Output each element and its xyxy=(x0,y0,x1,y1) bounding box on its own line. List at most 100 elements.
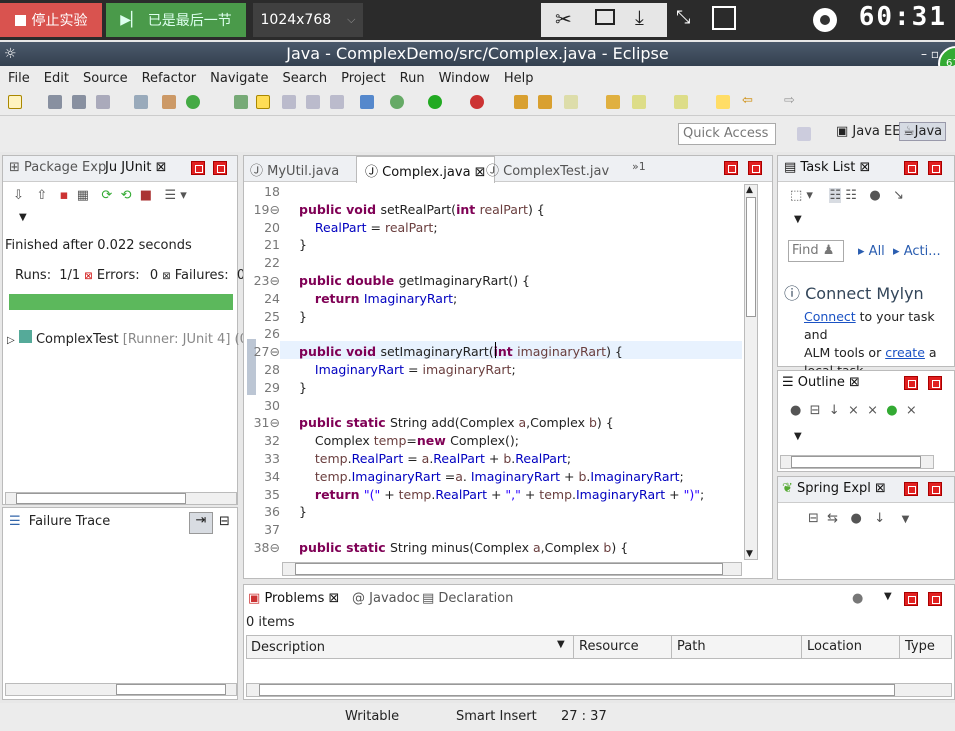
prev-failure-icon[interactable]: ⇧ xyxy=(36,188,47,203)
tab-problems[interactable]: ▣ Problems ⊠ xyxy=(248,591,339,606)
task-find-input[interactable]: Find ♟ xyxy=(788,240,844,262)
tab-spring-explorer[interactable]: ❦ Spring Expl ⊠ xyxy=(782,481,886,496)
editor-maximize-button[interactable] xyxy=(748,161,762,175)
prev-annotation-icon[interactable] xyxy=(674,95,688,109)
categorized-icon[interactable]: ☷ xyxy=(829,188,842,203)
save-icon[interactable] xyxy=(48,95,62,109)
editor-hscroll-thumb[interactable] xyxy=(295,563,723,575)
new-package-icon[interactable] xyxy=(538,95,552,109)
menu-source[interactable]: Source xyxy=(83,71,128,86)
filter-trace-icon[interactable]: ⇥ xyxy=(189,512,213,534)
next-annotation-icon[interactable] xyxy=(632,95,646,109)
menu-project[interactable]: Project xyxy=(341,71,385,86)
save-all-icon[interactable] xyxy=(72,95,86,109)
code-area[interactable]: 18 19⊖ public void setRealPart(int realPar… xyxy=(244,182,742,558)
tab-myutil[interactable]: Ⓙ MyUtil.java xyxy=(250,160,339,179)
outline-maximize-button[interactable] xyxy=(928,376,942,390)
menu-edit[interactable]: Edit xyxy=(44,71,69,86)
editor-horizontal-scrollbar[interactable] xyxy=(282,562,742,576)
eye-icon[interactable] xyxy=(813,8,837,32)
problems-maximize-button[interactable] xyxy=(928,592,942,606)
outline-scroll-thumb[interactable] xyxy=(791,456,921,468)
problems-scroll-thumb[interactable] xyxy=(259,684,895,696)
new-server-icon[interactable] xyxy=(162,95,176,109)
stop-experiment-button[interactable]: 停止实验 xyxy=(0,3,102,37)
forward-icon[interactable]: ⇨ xyxy=(784,93,795,108)
hide-static-icon[interactable]: ⨯ xyxy=(867,403,878,418)
external-open-icon[interactable] xyxy=(712,6,736,30)
new-class-icon[interactable] xyxy=(564,95,578,109)
stop-run-icon[interactable]: ■ xyxy=(140,188,152,203)
col-location[interactable]: Location xyxy=(801,636,867,658)
rerun-icon[interactable]: ⟳ xyxy=(101,188,112,203)
tab-package-explorer[interactable]: ⊞ Package Exp xyxy=(9,160,106,175)
trace-scrollbar[interactable] xyxy=(5,683,237,696)
focus-task-icon[interactable]: ● xyxy=(790,403,801,418)
debug-icon[interactable] xyxy=(390,95,404,109)
menu-run[interactable]: Run xyxy=(400,71,425,86)
open-type-icon[interactable] xyxy=(234,95,248,109)
sort-icon[interactable]: ↓ xyxy=(829,403,840,418)
col-type[interactable]: Type xyxy=(899,636,940,658)
new-icon[interactable] xyxy=(8,95,22,109)
spring-minimize-button[interactable] xyxy=(904,482,918,496)
screen-icon[interactable] xyxy=(595,9,615,25)
block-selection-icon[interactable] xyxy=(282,95,296,109)
menu-refactor[interactable]: Refactor xyxy=(142,71,197,86)
external-tools-icon[interactable] xyxy=(470,95,484,109)
perspective-java[interactable]: ☕Java xyxy=(899,122,947,141)
spring-sort-icon[interactable]: ↓ xyxy=(874,511,885,526)
mark-occurrences-icon[interactable] xyxy=(256,95,270,109)
open-folder-icon[interactable] xyxy=(606,95,620,109)
tab-outline[interactable]: ☰ Outline ⊠ xyxy=(782,375,860,390)
perspective-java-ee[interactable]: ▣ Java EE xyxy=(836,124,900,139)
print-icon[interactable] xyxy=(96,95,110,109)
tasklist-minimize-button[interactable] xyxy=(904,161,918,175)
tab-javadoc[interactable]: @ Javadoc xyxy=(352,591,420,606)
last-edit-icon[interactable] xyxy=(716,95,730,109)
new-task-icon[interactable]: ⬚ xyxy=(790,188,802,203)
tab-complextest[interactable]: Ⓙ ComplexTest.jav xyxy=(486,160,609,179)
create-link[interactable]: create xyxy=(885,345,925,360)
col-path[interactable]: Path xyxy=(671,636,711,658)
spring-maximize-button[interactable] xyxy=(928,482,942,496)
horizontal-scrollbar[interactable] xyxy=(5,492,237,505)
problems-minimize-button[interactable] xyxy=(904,592,918,606)
col-resource[interactable]: Resource xyxy=(573,636,644,658)
tasklist-filter-all[interactable]: ▸ All ▸ Acti... xyxy=(858,244,941,259)
menu-file[interactable]: File xyxy=(8,71,30,86)
quick-access-input[interactable]: Quick Access xyxy=(678,123,776,145)
problems-focus-icon[interactable]: ● xyxy=(852,591,863,606)
editor-minimize-button[interactable] xyxy=(724,161,738,175)
tab-overflow[interactable]: »1 xyxy=(632,160,646,173)
minimize-screen-icon[interactable]: ⤡ xyxy=(676,7,690,28)
sync-icon[interactable]: ↘ xyxy=(893,188,904,203)
col-description[interactable]: Description xyxy=(251,640,325,655)
scheduled-icon[interactable]: ☷ xyxy=(845,188,857,203)
tree-item-complextest[interactable]: ▷ ComplexTest [Runner: JUnit 4] (0. xyxy=(7,330,252,347)
spring-collapse-icon[interactable]: ⊟ xyxy=(808,511,819,526)
maximize-button[interactable] xyxy=(213,161,227,175)
spring-filter-icon[interactable]: ● xyxy=(850,511,861,526)
open-perspective-icon[interactable] xyxy=(797,127,811,141)
expand-icon[interactable]: ▷ xyxy=(7,335,15,346)
layout-icon[interactable]: ☰ xyxy=(164,188,176,203)
refresh-icon[interactable] xyxy=(186,95,200,109)
rerun-failed-icon[interactable]: ⟲ xyxy=(121,188,132,203)
spring-link-icon[interactable]: ⇆ xyxy=(827,511,838,526)
compare-icon[interactable]: ⊟ xyxy=(219,514,230,529)
paragraph-icon[interactable] xyxy=(330,95,344,109)
hide-nonpublic-icon[interactable]: ● xyxy=(886,403,897,418)
outline-view-menu-icon[interactable]: ▼ xyxy=(794,431,802,442)
show-failures-icon[interactable]: ▪ xyxy=(60,188,69,203)
view-menu-icon[interactable]: ▼ xyxy=(19,212,27,223)
minimize-button[interactable] xyxy=(191,161,205,175)
skip-breakpoints-icon[interactable] xyxy=(360,95,374,109)
menu-window[interactable]: Window xyxy=(439,71,490,86)
scissors-icon[interactable]: ✂ xyxy=(555,7,572,31)
scroll-thumb[interactable] xyxy=(16,493,186,504)
scroll-up-icon[interactable]: ▲ xyxy=(746,185,753,195)
menu-help[interactable]: Help xyxy=(504,71,534,86)
back-icon[interactable]: ⇦ xyxy=(742,93,753,108)
run-icon[interactable] xyxy=(428,95,442,109)
